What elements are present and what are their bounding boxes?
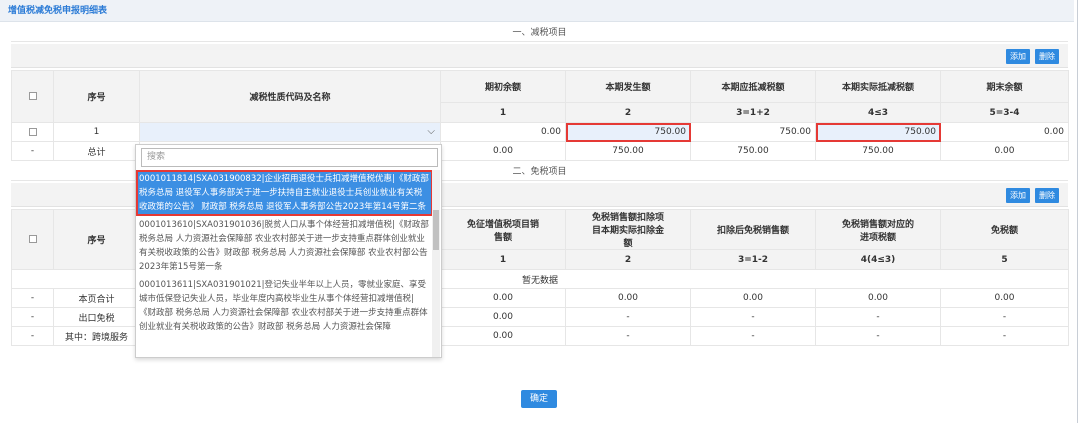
closing-value: 0.00 xyxy=(940,122,1069,142)
row-value: - xyxy=(565,326,691,346)
row-seq: 1 xyxy=(53,122,140,142)
section2-delete-button[interactable]: 删除 xyxy=(1035,188,1059,203)
header-closing: 期末余额 xyxy=(940,70,1069,103)
dropdown-list: 0001011814|SXA031900832|企业招用退役士兵扣减增值税优惠|… xyxy=(136,170,433,357)
header2-input: 免税销售额对应的进项税额 xyxy=(815,209,941,250)
dropdown-option-selected[interactable]: 0001011814|SXA031900832|企业招用退役士兵扣减增值税优惠|… xyxy=(136,170,433,216)
row-value: - xyxy=(940,307,1069,327)
row-dash: - xyxy=(11,307,54,327)
section1-toolbar: 添加 删除 xyxy=(11,44,1068,68)
index-1: 1 xyxy=(440,102,566,123)
dropdown-option[interactable]: 0001013610|SXA031901036|脱贫人口从事个体经营扣减增值税|… xyxy=(136,216,433,276)
table-row: 1 ⌵ 0.00 750.00 750.00 750.00 0.00 xyxy=(11,122,1069,142)
current-amount-input[interactable]: 750.00 xyxy=(565,122,691,142)
section2-add-button[interactable]: 添加 xyxy=(1006,188,1030,203)
row-value: 0.00 xyxy=(565,288,691,308)
row-value: - xyxy=(565,307,691,327)
section1-heading: 一、减税项目 xyxy=(11,24,1068,42)
index-2: 2 xyxy=(565,102,691,123)
total-should: 750.00 xyxy=(690,141,816,161)
row-value: 0.00 xyxy=(440,288,566,308)
header-should: 本期应抵减税额 xyxy=(690,70,816,103)
confirm-button[interactable]: 确定 xyxy=(521,390,557,408)
row-label: 出口免税 xyxy=(53,307,140,327)
total-current: 750.00 xyxy=(565,141,691,161)
row-value: - xyxy=(815,307,941,327)
page-title: 增值税减免税申报明细表 xyxy=(0,0,1074,22)
scrollbar-thumb[interactable] xyxy=(433,210,439,250)
code-dropdown: 搜索 0001011814|SXA031900832|企业招用退役士兵扣减增值税… xyxy=(135,144,442,358)
header-seq: 序号 xyxy=(53,70,140,123)
row-label: 本页合计 xyxy=(53,288,140,308)
code-select[interactable]: ⌵ xyxy=(139,122,441,142)
header2-sales: 免征增值税项目销售额 xyxy=(440,209,566,250)
index2-2: 2 xyxy=(565,249,691,270)
header2-exempt: 免税额 xyxy=(940,209,1069,250)
index2-5: 5 xyxy=(940,249,1069,270)
page: 增值税减免税申报明细表 一、减税项目 添加 删除 序号 减税性质代码及名称 期初… xyxy=(0,0,1080,423)
total-dash: - xyxy=(11,141,54,161)
index2-1: 1 xyxy=(440,249,566,270)
chevron-down-icon: ⌵ xyxy=(427,126,435,137)
header2-deduct: 免税销售额扣除项目本期实际扣除金额 xyxy=(565,209,691,250)
row-value: - xyxy=(815,326,941,346)
total-closing: 0.00 xyxy=(940,141,1069,161)
index2-3: 3=1-2 xyxy=(690,249,816,270)
index-5: 5=3-4 xyxy=(940,102,1069,123)
select-all-checkbox-2[interactable] xyxy=(11,209,54,270)
header-actual: 本期实际抵减税额 xyxy=(815,70,941,103)
select-all-checkbox[interactable] xyxy=(11,70,54,123)
row-dash: - xyxy=(11,326,54,346)
header-current: 本期发生额 xyxy=(565,70,691,103)
index-4: 4≤3 xyxy=(815,102,941,123)
row-dash: - xyxy=(11,288,54,308)
row-value: 0.00 xyxy=(690,288,816,308)
header-opening: 期初余额 xyxy=(440,70,566,103)
row-checkbox[interactable] xyxy=(11,122,54,142)
header2-after: 扣除后免税销售额 xyxy=(690,209,816,250)
total-opening: 0.00 xyxy=(440,141,566,161)
header2-seq: 序号 xyxy=(53,209,140,270)
row-value: 0.00 xyxy=(440,326,566,346)
right-divider xyxy=(1077,0,1078,423)
index-3: 3=1+2 xyxy=(690,102,816,123)
dropdown-scrollbar[interactable] xyxy=(432,170,440,357)
row-value: 0.00 xyxy=(440,307,566,327)
section1-add-button[interactable]: 添加 xyxy=(1006,49,1030,64)
row-value: - xyxy=(690,326,816,346)
dropdown-option[interactable]: 0001013611|SXA031901021|登记失业半年以上人员，零就业家庭… xyxy=(136,276,433,336)
row-value: 0.00 xyxy=(815,288,941,308)
actual-deduct-input[interactable]: 750.00 xyxy=(815,122,941,142)
row-value: - xyxy=(940,326,1069,346)
row-label: 其中：跨境服务 xyxy=(53,326,140,346)
opening-input[interactable]: 0.00 xyxy=(440,122,566,142)
row-value: 0.00 xyxy=(940,288,1069,308)
dropdown-search-input[interactable]: 搜索 xyxy=(141,148,438,167)
index2-4: 4(4≤3) xyxy=(815,249,941,270)
should-deduct-value: 750.00 xyxy=(690,122,816,142)
total-actual: 750.00 xyxy=(815,141,941,161)
row-value: - xyxy=(690,307,816,327)
header-code: 减税性质代码及名称 xyxy=(139,70,441,123)
section1-delete-button[interactable]: 删除 xyxy=(1035,49,1059,64)
total-label: 总计 xyxy=(53,141,140,161)
